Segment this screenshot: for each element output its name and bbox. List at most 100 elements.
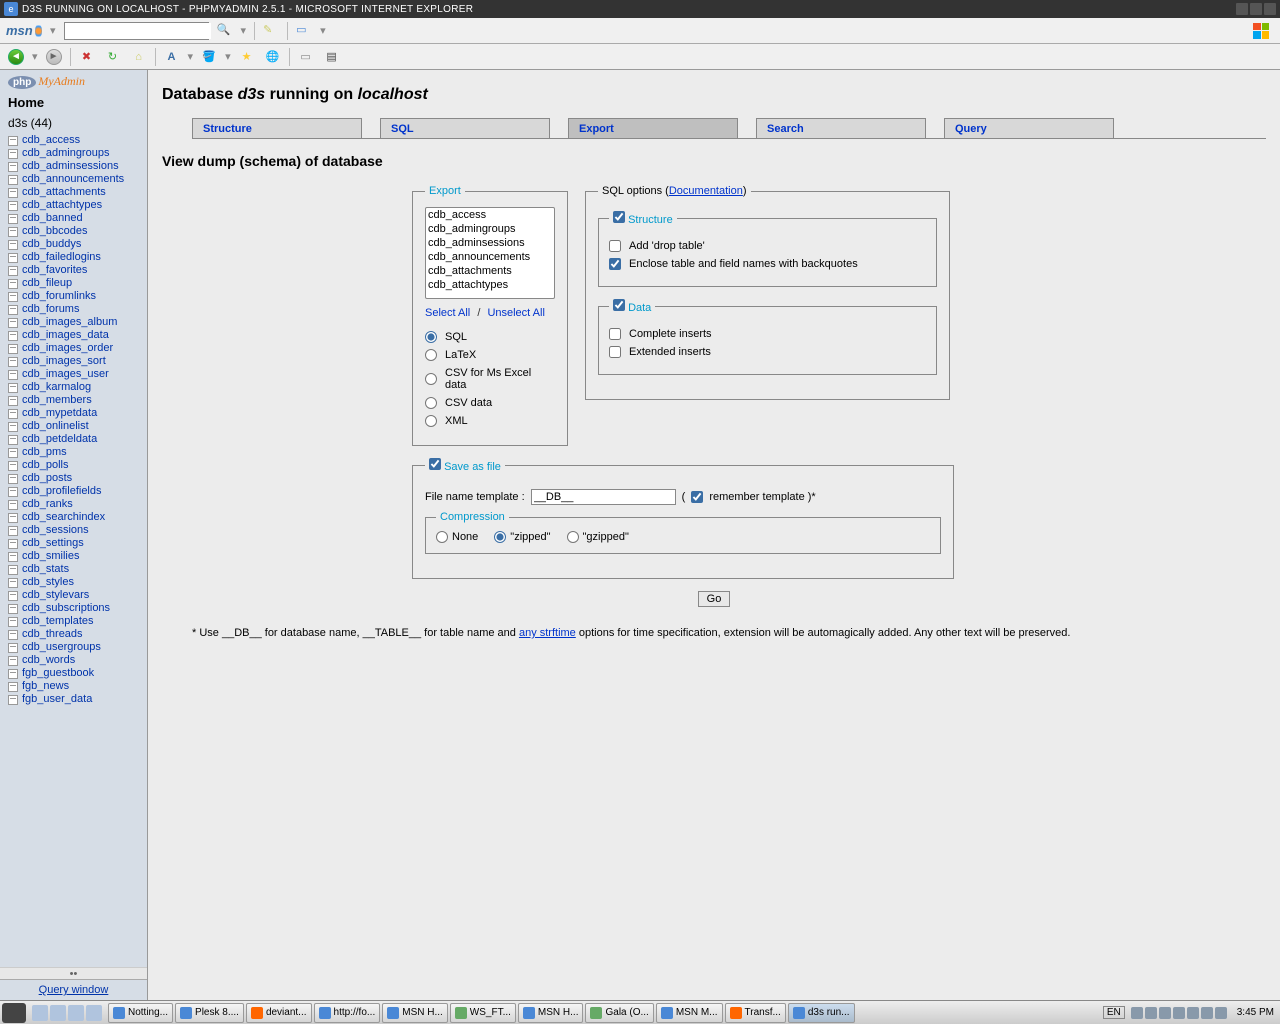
table-row[interactable]: cdb_adminsessions xyxy=(8,160,141,173)
table-link[interactable]: cdb_forumlinks xyxy=(22,290,96,303)
table-row[interactable]: cdb_smilies xyxy=(8,550,141,563)
table-link[interactable]: cdb_announcements xyxy=(22,173,124,186)
table-link[interactable]: cdb_threads xyxy=(22,628,83,641)
table-row[interactable]: cdb_favorites xyxy=(8,264,141,277)
table-link[interactable]: cdb_usergroups xyxy=(22,641,101,654)
table-link[interactable]: fgb_user_data xyxy=(22,693,92,706)
table-row[interactable]: cdb_stats xyxy=(8,563,141,576)
table-link[interactable]: cdb_favorites xyxy=(22,264,87,277)
table-link[interactable]: cdb_ranks xyxy=(22,498,73,511)
table-row[interactable]: cdb_sessions xyxy=(8,524,141,537)
table-link[interactable]: cdb_templates xyxy=(22,615,94,628)
table-row[interactable]: cdb_banned xyxy=(8,212,141,225)
table-row[interactable]: cdb_images_data xyxy=(8,329,141,342)
data-checkbox[interactable] xyxy=(613,299,625,311)
table-link[interactable]: cdb_images_user xyxy=(22,368,109,381)
format-csv-excel-radio[interactable] xyxy=(425,373,437,385)
filename-template-input[interactable] xyxy=(531,489,676,505)
table-link[interactable]: cdb_stats xyxy=(22,563,69,576)
favorites-icon[interactable]: ★ xyxy=(237,47,257,67)
taskbar-task[interactable]: Notting... xyxy=(108,1003,173,1023)
table-row[interactable]: cdb_petdeldata xyxy=(8,433,141,446)
format-sql-radio[interactable] xyxy=(425,331,437,343)
table-link[interactable]: cdb_adminsessions xyxy=(22,160,119,173)
home-link[interactable]: Home xyxy=(8,95,139,110)
table-row[interactable]: cdb_admingroups xyxy=(8,147,141,160)
table-link[interactable]: cdb_access xyxy=(22,134,80,147)
home-icon[interactable]: ⌂ xyxy=(129,47,149,67)
taskbar-task[interactable]: WS_FT... xyxy=(450,1003,516,1023)
phpmyadmin-logo[interactable]: phpMyAdmin xyxy=(8,74,139,89)
table-link[interactable]: cdb_forums xyxy=(22,303,79,316)
table-link[interactable]: fgb_news xyxy=(22,680,69,693)
table-row[interactable]: cdb_posts xyxy=(8,472,141,485)
save-as-file-checkbox[interactable] xyxy=(429,458,441,470)
start-button[interactable] xyxy=(2,1003,26,1023)
table-link[interactable]: cdb_searchindex xyxy=(22,511,105,524)
go-button[interactable]: Go xyxy=(698,591,731,607)
table-link[interactable]: cdb_attachments xyxy=(22,186,106,199)
table-row[interactable]: cdb_failedlogins xyxy=(8,251,141,264)
table-link[interactable]: cdb_subscriptions xyxy=(22,602,110,615)
table-row[interactable]: cdb_usergroups xyxy=(8,641,141,654)
window-controls[interactable] xyxy=(1236,3,1276,15)
highlighter-icon[interactable]: ✎ xyxy=(263,23,279,39)
font-icon[interactable]: A xyxy=(162,47,182,67)
table-row[interactable]: cdb_attachments xyxy=(8,186,141,199)
table-row[interactable]: cdb_bbcodes xyxy=(8,225,141,238)
table-row[interactable]: cdb_images_sort xyxy=(8,355,141,368)
format-csv-radio[interactable] xyxy=(425,397,437,409)
strftime-link[interactable]: any strftime xyxy=(519,627,576,639)
remember-template-checkbox[interactable] xyxy=(691,491,703,503)
table-link[interactable]: cdb_words xyxy=(22,654,75,667)
query-window-link[interactable]: Query window xyxy=(39,984,109,996)
table-row[interactable]: cdb_forums xyxy=(8,303,141,316)
table-link[interactable]: cdb_attachtypes xyxy=(22,199,102,212)
table-row[interactable]: cdb_access xyxy=(8,134,141,147)
select-all-link[interactable]: Select All xyxy=(425,307,470,319)
table-link[interactable]: cdb_styles xyxy=(22,576,74,589)
tables-select[interactable]: cdb_accesscdb_admingroupscdb_adminsessio… xyxy=(425,207,555,299)
taskbar-task[interactable]: http://fo... xyxy=(314,1003,381,1023)
table-link[interactable]: cdb_images_album xyxy=(22,316,117,329)
taskbar-task[interactable]: Gala (O... xyxy=(585,1003,653,1023)
table-row[interactable]: cdb_polls xyxy=(8,459,141,472)
table-link[interactable]: cdb_fileup xyxy=(22,277,72,290)
tab-sql[interactable]: SQL xyxy=(380,118,550,138)
table-row[interactable]: fgb_guestbook xyxy=(8,667,141,680)
windows-icon[interactable]: ▭ xyxy=(296,23,312,39)
table-link[interactable]: cdb_images_sort xyxy=(22,355,106,368)
table-link[interactable]: fgb_guestbook xyxy=(22,667,94,680)
table-link[interactable]: cdb_mypetdata xyxy=(22,407,97,420)
table-row[interactable]: cdb_profilefields xyxy=(8,485,141,498)
table-row[interactable]: cdb_styles xyxy=(8,576,141,589)
table-row[interactable]: cdb_threads xyxy=(8,628,141,641)
forward-button[interactable]: ► xyxy=(44,47,64,67)
table-row[interactable]: cdb_onlinelist xyxy=(8,420,141,433)
table-link[interactable]: cdb_stylevars xyxy=(22,589,89,602)
table-row[interactable]: cdb_ranks xyxy=(8,498,141,511)
table-link[interactable]: cdb_failedlogins xyxy=(22,251,101,264)
fill-icon[interactable]: 🪣 xyxy=(199,47,219,67)
msn-search-input[interactable] xyxy=(65,23,211,39)
compression-gzipped-radio[interactable] xyxy=(567,531,579,543)
table-row[interactable]: cdb_templates xyxy=(8,615,141,628)
compression-zipped-radio[interactable] xyxy=(494,531,506,543)
system-tray[interactable] xyxy=(1127,1007,1231,1019)
table-row[interactable]: cdb_images_album xyxy=(8,316,141,329)
backquotes-checkbox[interactable] xyxy=(609,258,621,270)
table-row[interactable]: fgb_user_data xyxy=(8,693,141,706)
list-icon[interactable]: ▤ xyxy=(322,47,342,67)
table-row[interactable]: cdb_settings xyxy=(8,537,141,550)
page-icon[interactable]: ▭ xyxy=(296,47,316,67)
table-link[interactable]: cdb_buddys xyxy=(22,238,81,251)
taskbar-task[interactable]: MSN M... xyxy=(656,1003,723,1023)
search-icon[interactable]: 🔍 xyxy=(217,23,233,39)
taskbar-task[interactable]: deviant... xyxy=(246,1003,312,1023)
extended-inserts-checkbox[interactable] xyxy=(609,346,621,358)
msn-search[interactable] xyxy=(64,22,209,40)
table-row[interactable]: cdb_pms xyxy=(8,446,141,459)
format-xml-radio[interactable] xyxy=(425,415,437,427)
table-link[interactable]: cdb_sessions xyxy=(22,524,89,537)
documentation-link[interactable]: Documentation xyxy=(669,185,743,197)
